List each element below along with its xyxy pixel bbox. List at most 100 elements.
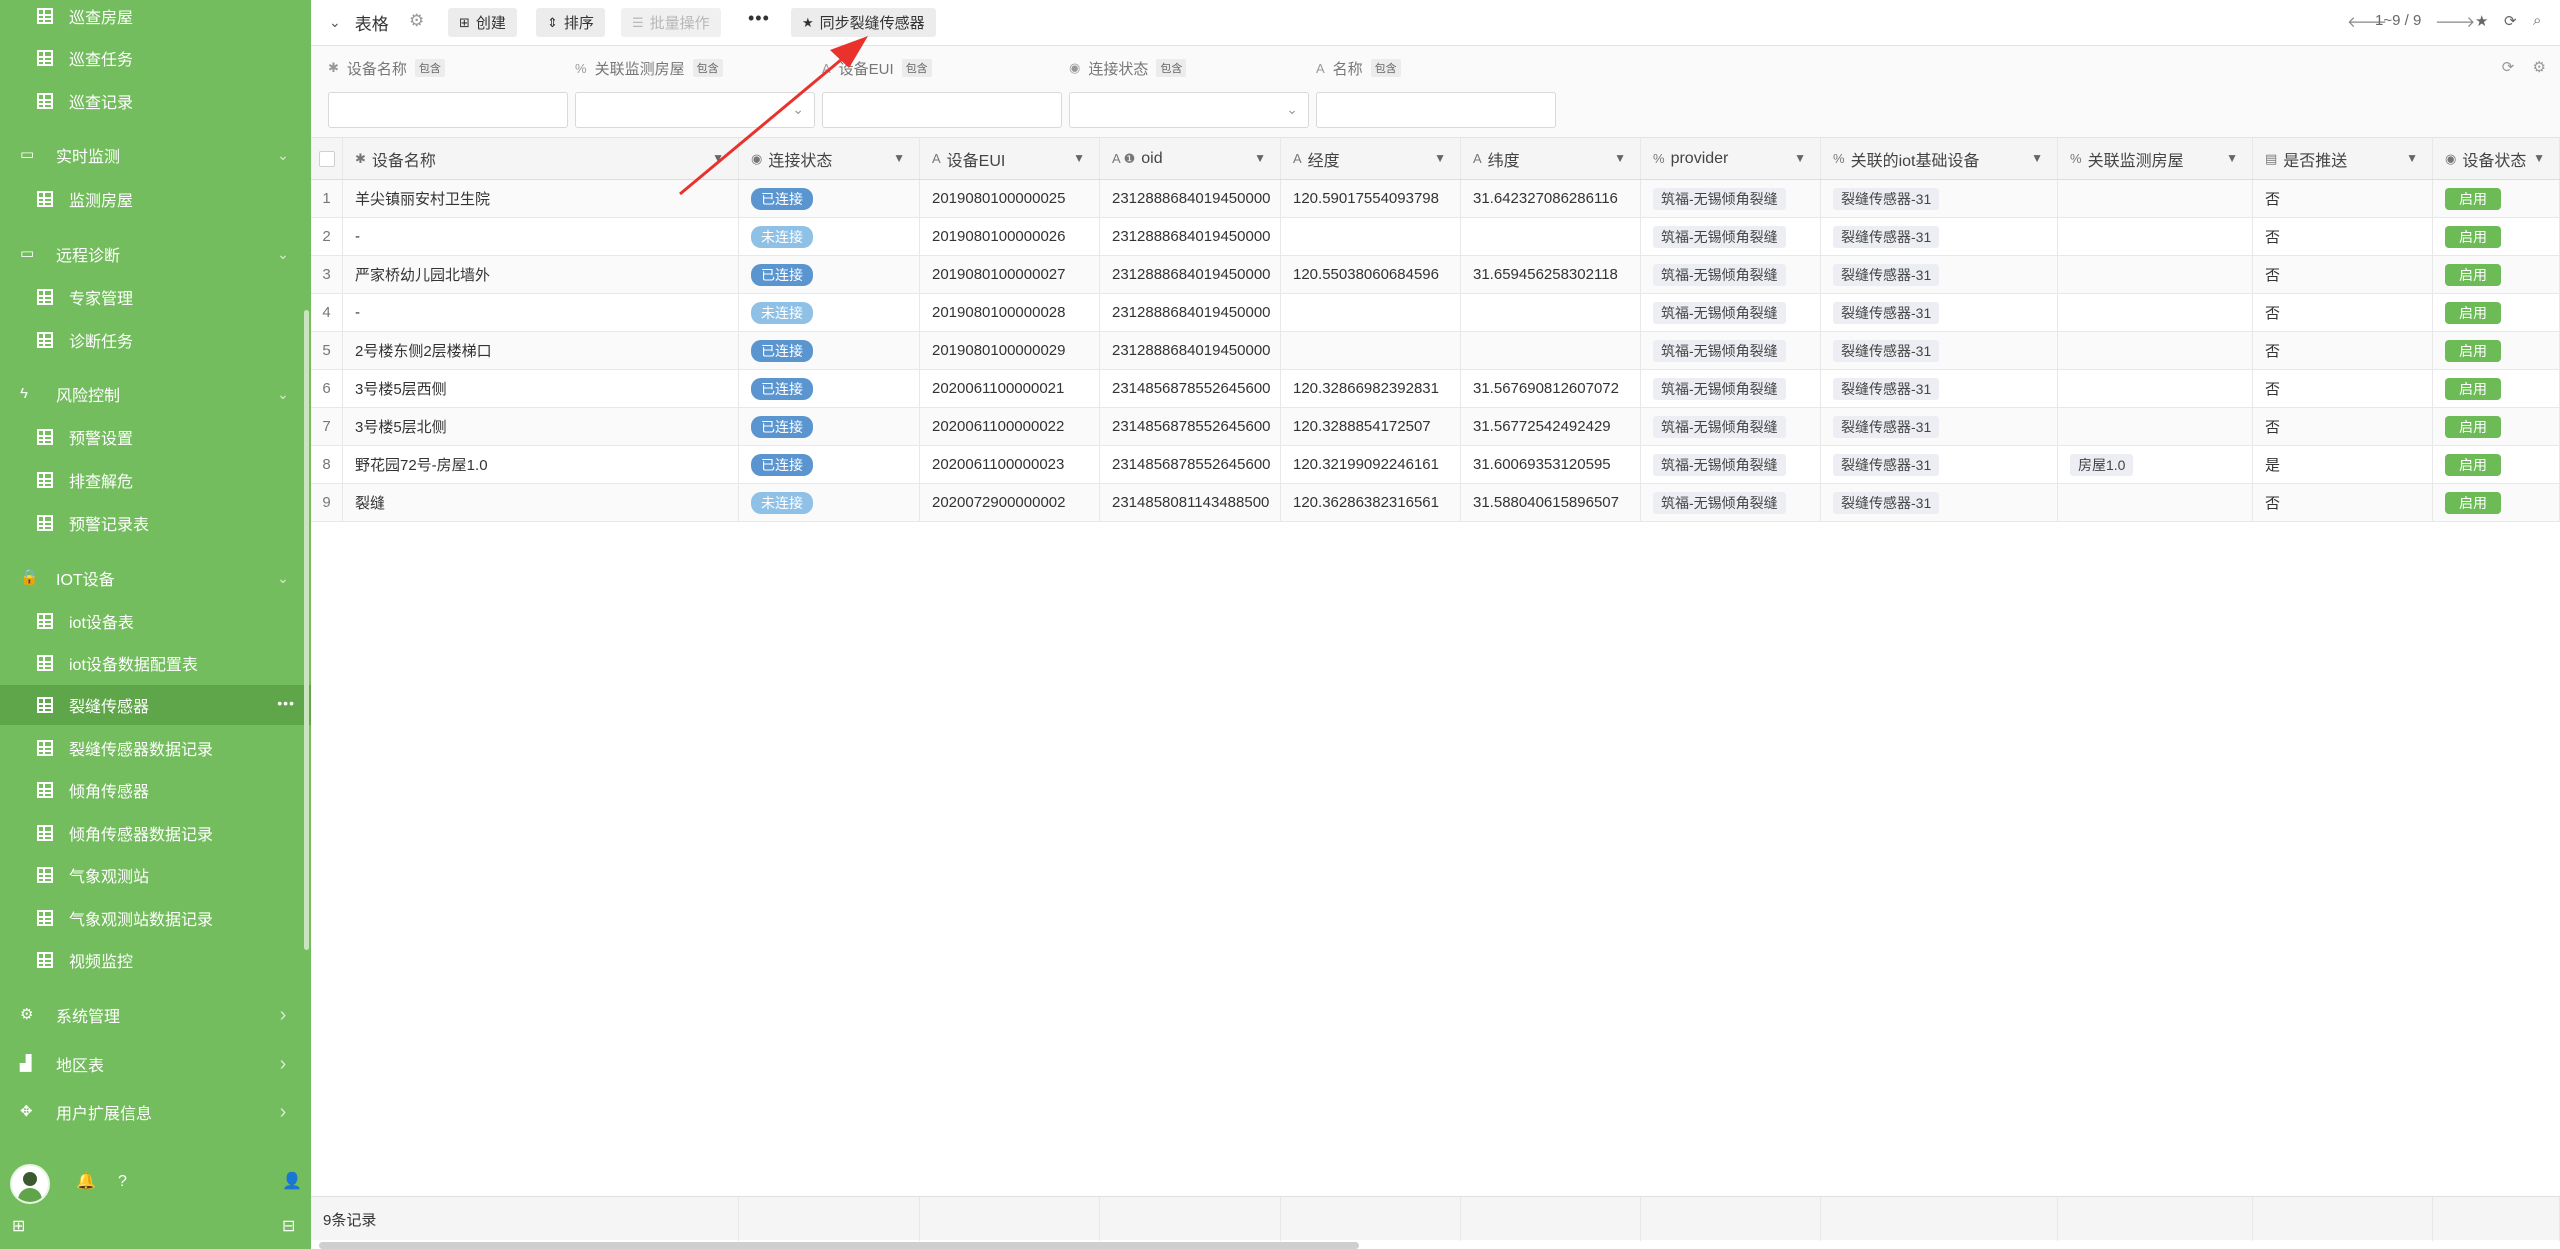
table-cell[interactable]: 2号楼东侧2层楼梯口 bbox=[343, 332, 739, 369]
filter-input[interactable] bbox=[822, 92, 1062, 128]
table-cell[interactable]: 2019080100000026 bbox=[920, 218, 1100, 255]
caret-down-icon[interactable]: ▼ bbox=[2031, 151, 2043, 165]
table-row[interactable]: 7 3号楼5层北侧 已连接 2020061100000022 2314856878552… bbox=[311, 408, 2560, 446]
table-cell[interactable]: 启用 bbox=[2433, 256, 2560, 293]
iot-device-tag[interactable]: 裂缝传感器-31 bbox=[1833, 263, 1940, 286]
column-header[interactable]: ✱ 设备名称 ▼ bbox=[343, 138, 739, 179]
sidebar-item[interactable]: 专家管理 bbox=[0, 277, 311, 317]
table-cell[interactable]: 31.659456258302118 bbox=[1461, 256, 1641, 293]
table-cell[interactable] bbox=[2058, 294, 2253, 331]
table-cell[interactable] bbox=[2058, 408, 2253, 445]
table-cell[interactable]: 否 bbox=[2253, 370, 2433, 407]
table-cell[interactable]: 5 bbox=[311, 332, 343, 369]
caret-down-icon[interactable]: ▼ bbox=[1614, 151, 1626, 165]
table-cell[interactable]: 2019080100000025 bbox=[920, 180, 1100, 217]
table-cell[interactable]: 未连接 bbox=[739, 484, 920, 521]
search-icon[interactable]: ⌕ bbox=[2533, 12, 2541, 29]
house-tag[interactable]: 房屋1.0 bbox=[2070, 453, 2134, 476]
table-cell[interactable]: 2020061100000021 bbox=[920, 370, 1100, 407]
table-cell[interactable]: 2019080100000027 bbox=[920, 256, 1100, 293]
table-cell[interactable]: 3 bbox=[311, 256, 343, 293]
provider-tag[interactable]: 筑福-无锡倾角裂缝 bbox=[1653, 225, 1786, 248]
table-cell[interactable] bbox=[1461, 294, 1641, 331]
table-cell[interactable]: 2312888684019450000 bbox=[1100, 218, 1281, 255]
table-cell[interactable]: 2312888684019450000 bbox=[1100, 256, 1281, 293]
provider-tag[interactable]: 筑福-无锡倾角裂缝 bbox=[1653, 415, 1786, 438]
table-row[interactable]: 3 严家桥幼儿园北墙外 已连接 2019080100000027 23128886840… bbox=[311, 256, 2560, 294]
batch-action-button[interactable]: ☰ 批量操作 bbox=[621, 8, 721, 37]
settings-icon[interactable]: ⚙ bbox=[409, 11, 424, 31]
table-cell[interactable]: 2019080100000028 bbox=[920, 294, 1100, 331]
table-cell[interactable] bbox=[1281, 332, 1461, 369]
filter-operator[interactable]: 包含 bbox=[692, 59, 723, 77]
table-cell[interactable]: 已连接 bbox=[739, 446, 920, 483]
table-cell[interactable]: 2020061100000023 bbox=[920, 446, 1100, 483]
provider-tag[interactable]: 筑福-无锡倾角裂缝 bbox=[1653, 263, 1786, 286]
filter-select[interactable]: ⌄ bbox=[575, 92, 815, 128]
table-cell[interactable]: 31.588040615896507 bbox=[1461, 484, 1641, 521]
table-cell[interactable]: 裂缝传感器-31 bbox=[1821, 256, 2058, 293]
table-cell[interactable]: 否 bbox=[2253, 180, 2433, 217]
caret-down-icon[interactable]: ▼ bbox=[2533, 151, 2545, 165]
table-cell[interactable]: 启用 bbox=[2433, 332, 2560, 369]
table-cell[interactable] bbox=[2058, 332, 2253, 369]
chevron-down-icon[interactable]: ⌄ bbox=[275, 147, 291, 163]
sidebar-item[interactable]: iot设备数据配置表 bbox=[0, 643, 311, 683]
caret-down-icon[interactable]: ▼ bbox=[1073, 151, 1085, 165]
iot-device-tag[interactable]: 裂缝传感器-31 bbox=[1833, 453, 1940, 476]
table-row[interactable]: 4 - 未连接 2019080100000028 2312888684019450000… bbox=[311, 294, 2560, 332]
table-cell[interactable]: 否 bbox=[2253, 218, 2433, 255]
table-cell[interactable]: 9 bbox=[311, 484, 343, 521]
filter-select[interactable]: ⌄ bbox=[1069, 92, 1309, 128]
sidebar-item[interactable]: 裂缝传感器数据记录 bbox=[0, 728, 311, 768]
column-header[interactable]: A ❶ oid ▼ bbox=[1100, 138, 1281, 179]
table-cell[interactable]: 羊尖镇丽安村卫生院 bbox=[343, 180, 739, 217]
table-cell[interactable]: - bbox=[343, 218, 739, 255]
iot-device-tag[interactable]: 裂缝传感器-31 bbox=[1833, 225, 1940, 248]
table-cell[interactable]: 7 bbox=[311, 408, 343, 445]
table-cell[interactable] bbox=[2058, 256, 2253, 293]
sidebar-item[interactable]: ▟ 地区表 › bbox=[0, 1044, 311, 1084]
table-cell[interactable]: 已连接 bbox=[739, 180, 920, 217]
favorite-icon[interactable]: ★ bbox=[2475, 12, 2488, 30]
column-header[interactable]: ◉ 设备状态 ▼ bbox=[2433, 138, 2560, 179]
iot-device-tag[interactable]: 裂缝传感器-31 bbox=[1833, 415, 1940, 438]
table-cell[interactable]: 筑福-无锡倾角裂缝 bbox=[1641, 180, 1821, 217]
table-row[interactable]: 5 2号楼东侧2层楼梯口 已连接 2019080100000029 2312888684… bbox=[311, 332, 2560, 370]
sidebar-item[interactable]: 诊断任务 bbox=[0, 320, 311, 360]
select-all-checkbox[interactable] bbox=[318, 150, 335, 167]
table-cell[interactable]: 未连接 bbox=[739, 218, 920, 255]
table-cell[interactable]: 裂缝传感器-31 bbox=[1821, 180, 2058, 217]
table-cell[interactable] bbox=[1461, 218, 1641, 255]
chevron-down-icon[interactable]: ⌄ bbox=[275, 570, 291, 586]
table-cell[interactable]: 已连接 bbox=[739, 332, 920, 369]
column-header[interactable]: ◉ 连接状态 ▼ bbox=[739, 138, 920, 179]
sidebar-item[interactable]: ▭ 实时监测 ⌄ bbox=[0, 135, 311, 175]
table-cell[interactable]: 启用 bbox=[2433, 180, 2560, 217]
table-cell[interactable]: 裂缝传感器-31 bbox=[1821, 332, 2058, 369]
column-header[interactable]: % 关联的iot基础设备 ▼ bbox=[1821, 138, 2058, 179]
provider-tag[interactable]: 筑福-无锡倾角裂缝 bbox=[1653, 339, 1786, 362]
table-cell[interactable]: 120.55038060684596 bbox=[1281, 256, 1461, 293]
table-row[interactable]: 6 3号楼5层西侧 已连接 2020061100000021 2314856878552… bbox=[311, 370, 2560, 408]
sidebar-item[interactable]: 巡查房屋 bbox=[0, 0, 311, 36]
column-header[interactable]: % provider ▼ bbox=[1641, 138, 1821, 179]
table-cell[interactable]: 严家桥幼儿园北墙外 bbox=[343, 256, 739, 293]
filter-input[interactable] bbox=[1316, 92, 1556, 128]
table-cell[interactable]: 120.59017554093798 bbox=[1281, 180, 1461, 217]
provider-tag[interactable]: 筑福-无锡倾角裂缝 bbox=[1653, 187, 1786, 210]
table-cell[interactable]: - bbox=[343, 294, 739, 331]
filter-operator[interactable]: 包含 bbox=[901, 59, 932, 77]
caret-down-icon[interactable]: ▼ bbox=[893, 151, 905, 165]
provider-tag[interactable]: 筑福-无锡倾角裂缝 bbox=[1653, 491, 1786, 514]
column-header[interactable]: A 设备EUI ▼ bbox=[920, 138, 1100, 179]
column-header[interactable]: A 纬度 ▼ bbox=[1461, 138, 1641, 179]
table-cell[interactable]: 2312888684019450000 bbox=[1100, 294, 1281, 331]
sidebar-item[interactable]: ϟ 风险控制 ⌄ bbox=[0, 374, 311, 414]
chevron-right-icon[interactable]: › bbox=[275, 1102, 291, 1122]
table-cell[interactable]: 裂缝传感器-31 bbox=[1821, 218, 2058, 255]
chevron-down-icon[interactable]: ⌄ bbox=[329, 14, 341, 31]
table-cell[interactable]: 筑福-无锡倾角裂缝 bbox=[1641, 218, 1821, 255]
table-cell[interactable]: 1 bbox=[311, 180, 343, 217]
iot-device-tag[interactable]: 裂缝传感器-31 bbox=[1833, 491, 1940, 514]
